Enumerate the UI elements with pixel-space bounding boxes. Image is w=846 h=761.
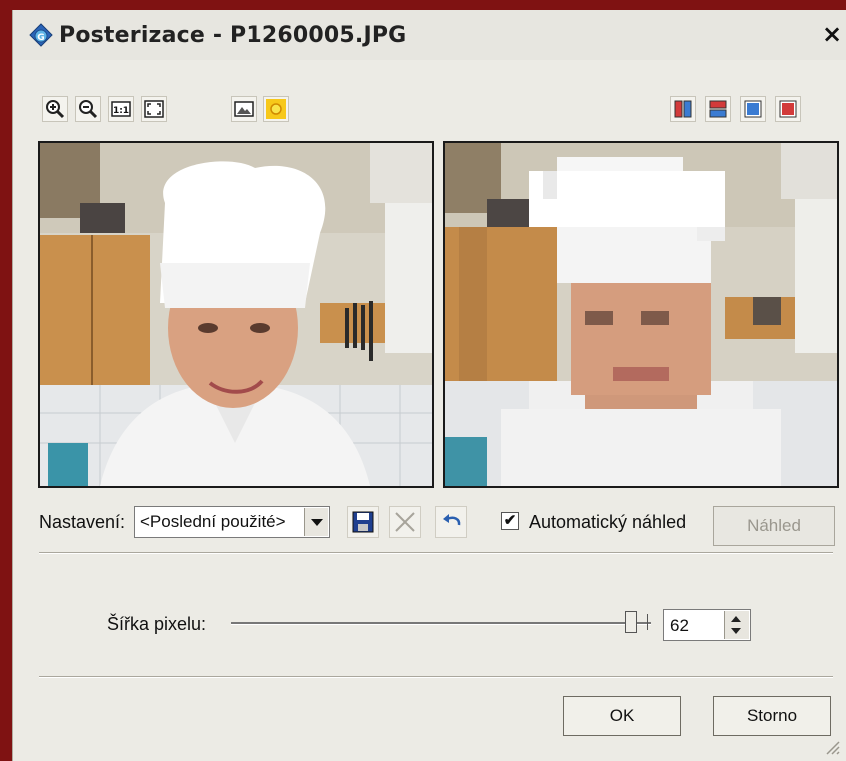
brightness-button[interactable]	[263, 96, 289, 122]
original-photo	[40, 143, 432, 486]
cancel-button[interactable]: Storno	[713, 696, 831, 736]
view-result-button[interactable]	[775, 96, 801, 122]
separator	[39, 676, 833, 678]
show-image-button[interactable]	[231, 96, 257, 122]
pixelated-photo	[445, 143, 837, 486]
zoom-in-button[interactable]	[42, 96, 68, 122]
pixel-width-value: 62	[670, 616, 689, 635]
view-original-icon	[744, 100, 762, 118]
undo-button[interactable]	[435, 506, 467, 538]
settings-label: Nastavení:	[39, 512, 126, 532]
svg-text:G: G	[37, 33, 44, 43]
pixel-width-spinbox[interactable]: 62	[663, 609, 751, 641]
result-preview[interactable]	[443, 141, 839, 488]
spin-down-icon[interactable]	[731, 628, 741, 634]
close-button[interactable]: ×	[819, 20, 845, 48]
preview-button[interactable]: Náhled	[713, 506, 835, 546]
delete-preset-button[interactable]	[389, 506, 421, 538]
separator	[39, 552, 833, 554]
fit-to-window-icon	[144, 100, 164, 118]
chevron-down-icon[interactable]	[304, 508, 328, 536]
actual-size-icon: 1:1	[111, 101, 131, 117]
auto-preview-label: Automatický náhled	[529, 512, 687, 532]
window-title: Posterizace - P1260005.JPG	[59, 23, 407, 48]
ok-button[interactable]: OK	[563, 696, 681, 736]
spin-up-icon[interactable]	[731, 616, 741, 622]
split-vertical-icon	[674, 100, 692, 118]
slider-tick	[647, 614, 648, 630]
zoom-out-button[interactable]	[75, 96, 101, 122]
split-vertical-button[interactable]	[670, 96, 696, 122]
zoom-out-icon	[79, 100, 98, 119]
split-horizontal-icon	[709, 100, 727, 118]
undo-icon	[443, 514, 461, 526]
spin-buttons[interactable]	[724, 611, 749, 639]
posterize-dialog: G Posterizace - P1260005.JPG × 1:1 Nasta…	[12, 10, 846, 761]
app-logo-icon: G	[29, 23, 53, 47]
pixel-width-label: Šířka pixelu:	[107, 614, 207, 634]
save-preset-button[interactable]	[347, 506, 379, 538]
delete-icon	[395, 512, 415, 532]
fit-to-window-button[interactable]	[141, 96, 167, 122]
image-icon	[234, 101, 254, 117]
pixel-width-slider-track[interactable]	[231, 622, 651, 625]
view-result-icon	[779, 100, 797, 118]
floppy-disk-icon	[352, 511, 374, 533]
split-horizontal-button[interactable]	[705, 96, 731, 122]
actual-size-button[interactable]: 1:1	[108, 96, 134, 122]
original-preview[interactable]	[38, 141, 434, 488]
zoom-in-icon	[46, 100, 65, 119]
title-bar[interactable]: G Posterizace - P1260005.JPG ×	[13, 10, 846, 60]
svg-text:1:1: 1:1	[113, 106, 129, 116]
view-original-button[interactable]	[740, 96, 766, 122]
pixel-width-slider-thumb[interactable]	[625, 611, 637, 633]
preset-value: <Poslední použité>	[140, 512, 286, 531]
auto-preview-checkbox[interactable]: ✔	[501, 512, 519, 530]
preset-select[interactable]: <Poslední použité>	[134, 506, 330, 538]
resize-grip-icon[interactable]	[819, 734, 841, 756]
sun-icon	[266, 99, 286, 119]
